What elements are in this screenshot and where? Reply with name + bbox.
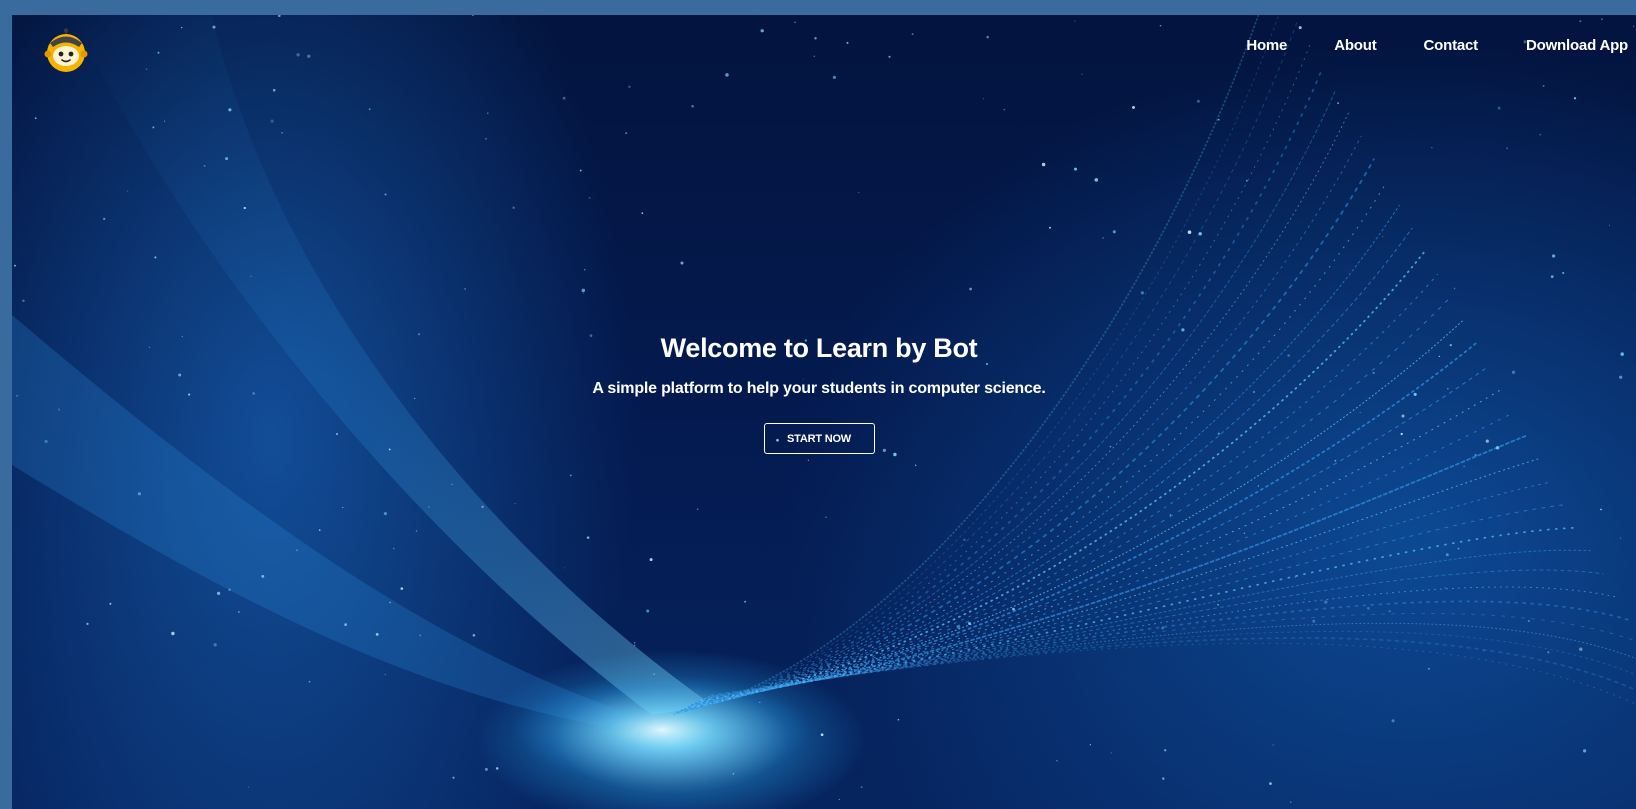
- hero-title: Welcome to Learn by Bot: [660, 333, 978, 363]
- top-navbar: Home About Contact Download App: [12, 15, 1636, 81]
- nav-link-contact[interactable]: Contact: [1424, 37, 1479, 54]
- nav-links: Home About Contact Download App: [1246, 37, 1628, 54]
- robot-mascot-icon[interactable]: [43, 27, 89, 73]
- nav-link-download-app[interactable]: Download App: [1526, 37, 1628, 54]
- hero-subtitle: A simple platform to help your students …: [592, 380, 1046, 397]
- nav-link-home[interactable]: Home: [1246, 37, 1287, 54]
- nav-link-about[interactable]: About: [1334, 37, 1377, 54]
- start-now-button[interactable]: START NOW: [763, 423, 875, 454]
- hero-section: Home About Contact Download App Welcome …: [12, 15, 1636, 809]
- hero-content: Welcome to Learn by Bot A simple platfor…: [12, 333, 1636, 454]
